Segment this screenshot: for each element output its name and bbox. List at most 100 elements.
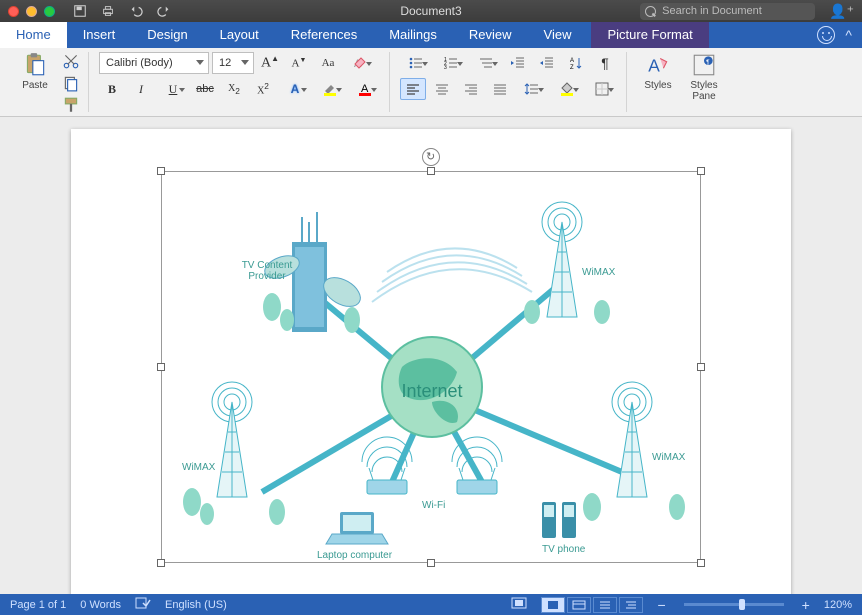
tab-insert[interactable]: Insert bbox=[67, 22, 132, 48]
draft-view-icon[interactable] bbox=[619, 597, 643, 613]
zoom-out-button[interactable]: − bbox=[657, 597, 665, 613]
group-clipboard: Paste bbox=[6, 52, 89, 112]
undo-icon[interactable] bbox=[127, 2, 145, 20]
selected-picture[interactable]: Internet bbox=[161, 171, 701, 563]
highlight-color-icon[interactable] bbox=[314, 78, 346, 100]
line-spacing-icon[interactable] bbox=[516, 78, 548, 100]
clear-formatting-icon[interactable]: A bbox=[344, 52, 376, 74]
zoom-percent[interactable]: 120% bbox=[824, 599, 852, 611]
change-case-icon[interactable]: Aa bbox=[315, 52, 341, 74]
decrease-indent-icon[interactable] bbox=[505, 52, 531, 74]
document-title: Document3 bbox=[400, 0, 461, 22]
svg-text:A: A bbox=[648, 56, 660, 76]
sort-icon[interactable]: AZ bbox=[563, 52, 589, 74]
tab-view[interactable]: View bbox=[528, 22, 588, 48]
ribbon-tabs: Home Insert Design Layout References Mai… bbox=[0, 22, 862, 48]
share-icon[interactable]: 👤⁺ bbox=[829, 3, 854, 20]
diagram-label-tv-content: TV Content Provider bbox=[232, 260, 302, 282]
italic-button[interactable]: I bbox=[128, 78, 154, 100]
status-bar: Page 1 of 1 0 Words English (US) − + 120… bbox=[0, 594, 862, 615]
increase-indent-icon[interactable] bbox=[534, 52, 560, 74]
page: Internet bbox=[71, 129, 791, 594]
window-controls bbox=[8, 6, 55, 17]
bullets-icon[interactable] bbox=[400, 52, 432, 74]
collapse-ribbon-icon[interactable]: ^ bbox=[845, 27, 852, 43]
font-color-icon[interactable]: A bbox=[349, 78, 381, 100]
cut-icon[interactable] bbox=[62, 52, 80, 70]
font-name-select[interactable]: Calibri (Body) bbox=[99, 52, 209, 74]
svg-text:A: A bbox=[570, 58, 574, 64]
shading-icon[interactable] bbox=[551, 78, 583, 100]
web-layout-view-icon[interactable] bbox=[567, 597, 591, 613]
format-painter-icon[interactable] bbox=[62, 96, 80, 114]
diagram-label-tvphone: TV phone bbox=[542, 544, 585, 555]
status-language[interactable]: English (US) bbox=[165, 599, 227, 611]
tab-design[interactable]: Design bbox=[131, 22, 203, 48]
print-icon[interactable] bbox=[99, 2, 117, 20]
subscript-button[interactable]: X2 bbox=[221, 78, 247, 100]
save-icon[interactable] bbox=[71, 2, 89, 20]
superscript-button[interactable]: X2 bbox=[250, 78, 276, 100]
shrink-font-icon[interactable]: A▼ bbox=[286, 52, 312, 74]
group-styles: A Styles ¶ Styles Pane bbox=[629, 52, 733, 112]
print-layout-view-icon[interactable] bbox=[541, 597, 565, 613]
quick-access-toolbar bbox=[71, 2, 173, 20]
ribbon: Paste Calibri (Body) 12 A▲ A▼ Aa A B I U… bbox=[0, 48, 862, 117]
titlebar: Document3 Search in Document 👤⁺ bbox=[0, 0, 862, 22]
redo-icon[interactable] bbox=[155, 2, 173, 20]
grow-font-icon[interactable]: A▲ bbox=[257, 52, 283, 74]
paste-label: Paste bbox=[22, 80, 48, 91]
zoom-window[interactable] bbox=[44, 6, 55, 17]
diagram-label-laptop: Laptop computer bbox=[317, 550, 392, 561]
spellcheck-icon[interactable] bbox=[135, 596, 151, 613]
diagram-label-wimax-tr: WiMAX bbox=[582, 267, 615, 278]
styles-pane-button[interactable]: ¶ Styles Pane bbox=[683, 52, 725, 112]
bold-button[interactable]: B bbox=[99, 78, 125, 100]
styles-button[interactable]: A Styles bbox=[637, 52, 679, 112]
tab-references[interactable]: References bbox=[275, 22, 373, 48]
document-canvas[interactable]: Internet bbox=[0, 117, 862, 594]
feedback-icon[interactable] bbox=[817, 26, 835, 44]
search-input[interactable]: Search in Document bbox=[640, 3, 815, 20]
underline-button[interactable]: U bbox=[157, 78, 189, 100]
borders-icon[interactable] bbox=[586, 78, 618, 100]
svg-text:3: 3 bbox=[444, 65, 447, 71]
close-window[interactable] bbox=[8, 6, 19, 17]
view-buttons bbox=[541, 597, 643, 613]
diagram-label-wifi: Wi-Fi bbox=[422, 500, 445, 511]
font-size-select[interactable]: 12 bbox=[212, 52, 254, 74]
strikethrough-button[interactable]: abc bbox=[192, 78, 218, 100]
zoom-in-button[interactable]: + bbox=[802, 597, 810, 613]
align-center-icon[interactable] bbox=[429, 78, 455, 100]
diagram-label-wimax-br: WiMAX bbox=[652, 452, 685, 463]
styles-label: Styles bbox=[644, 80, 671, 91]
status-page[interactable]: Page 1 of 1 bbox=[10, 599, 66, 611]
paste-button[interactable]: Paste bbox=[14, 52, 56, 91]
copy-icon[interactable] bbox=[62, 74, 80, 92]
multilevel-list-icon[interactable] bbox=[470, 52, 502, 74]
svg-text:Z: Z bbox=[570, 65, 574, 71]
focus-mode-icon[interactable] bbox=[511, 597, 527, 612]
text-effects-icon[interactable]: A bbox=[279, 78, 311, 100]
diagram-label-wimax-bl: WiMAX bbox=[182, 462, 215, 473]
justify-icon[interactable] bbox=[487, 78, 513, 100]
minimize-window[interactable] bbox=[26, 6, 37, 17]
styles-pane-label: Styles Pane bbox=[690, 80, 717, 102]
outline-view-icon[interactable] bbox=[593, 597, 617, 613]
align-right-icon[interactable] bbox=[458, 78, 484, 100]
show-marks-icon[interactable]: ¶ bbox=[592, 52, 618, 74]
numbering-icon[interactable]: 123 bbox=[435, 52, 467, 74]
tab-review[interactable]: Review bbox=[453, 22, 528, 48]
tab-picture-format[interactable]: Picture Format bbox=[591, 22, 708, 48]
tab-mailings[interactable]: Mailings bbox=[373, 22, 453, 48]
rotate-handle[interactable] bbox=[422, 148, 440, 166]
svg-text:¶: ¶ bbox=[706, 59, 710, 66]
group-paragraph: 123 AZ ¶ bbox=[392, 52, 627, 112]
zoom-slider[interactable] bbox=[684, 603, 784, 606]
network-diagram: Internet bbox=[162, 172, 700, 562]
tab-home[interactable]: Home bbox=[0, 22, 67, 48]
tab-layout[interactable]: Layout bbox=[204, 22, 275, 48]
diagram-center-label: Internet bbox=[401, 381, 462, 401]
align-left-icon[interactable] bbox=[400, 78, 426, 100]
status-word-count[interactable]: 0 Words bbox=[80, 599, 121, 611]
